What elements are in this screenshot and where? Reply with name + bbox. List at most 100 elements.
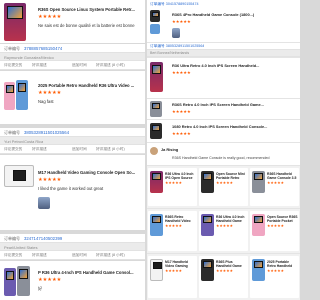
product-image [252, 259, 265, 281]
device-gray [17, 266, 30, 296]
rating-stars: ★★★★★ [38, 177, 62, 183]
device-screen [151, 12, 159, 17]
order-row: 订单编号 3247147140502399 [0, 234, 145, 243]
meta-label: 追加时间 [72, 147, 87, 151]
rating-stars: ★★★★★ [172, 19, 191, 24]
meta-value: 好评描述 (8 小时) [96, 63, 125, 67]
rating-stars: ★★★★★ [165, 268, 183, 273]
meta-value: 好评描述 (8 小时) [96, 253, 125, 257]
product-image[interactable] [150, 24, 160, 34]
device-blue [16, 80, 28, 110]
product-image[interactable] [150, 62, 163, 92]
product-image[interactable] [4, 266, 30, 298]
order-row: 订单编号 3788857685150474 [0, 44, 145, 53]
order-header: 订单编号 3805328911501025564 Yuri Petrov/Cos… [0, 128, 145, 154]
product-title[interactable]: R36 Ultra Retro 4.0 Inch IPS Screen Hand… [172, 64, 296, 69]
review-text: 好 [38, 286, 43, 291]
meta-label: 评论提交的 [4, 63, 23, 67]
product-image [201, 214, 214, 236]
product-card[interactable]: Open Source Mini Portable Retro Handheld… [199, 168, 248, 206]
avatar[interactable] [150, 147, 158, 155]
review-text: Nag fast [38, 99, 54, 104]
rating-stars: ★★★★★ [267, 180, 285, 185]
device-screen [18, 83, 26, 92]
product-card[interactable]: R36 Ultra 4.0 Inch Handheld Game Console… [199, 211, 248, 251]
product-image [150, 171, 163, 193]
review-photo-thumbnail[interactable] [172, 28, 180, 38]
product-card[interactable]: R36S Plus Handheld Game Console 4.0 Inch… [199, 256, 248, 298]
product-image [150, 214, 163, 236]
review-photo-thumbnail[interactable] [38, 197, 50, 209]
product-card[interactable]: 2025 Portable Retro Handheld R36 Ultra..… [250, 256, 299, 298]
product-image [150, 259, 163, 281]
product-title[interactable]: R36S Open Source Linux System Portable R… [38, 7, 144, 12]
order-header: 订单编号 3805328911501025564 Bert Bonnez/Net… [147, 43, 300, 57]
order-number-link[interactable]: 订单编号 3805328911501025564 [150, 44, 204, 49]
product-title[interactable]: P R36 Ultra 4-Inch IPS Handheld Game Con… [38, 270, 144, 275]
device-screen [254, 216, 263, 223]
device-screen [152, 173, 161, 180]
review-card: M17 Handheld Video Gaming Console Open S… [0, 155, 145, 230]
order-number-link[interactable]: 3247147140502399 [24, 236, 62, 241]
product-image[interactable] [4, 165, 34, 187]
order-row: 订单编号 3805328911501025564 [0, 128, 145, 137]
meta-label: 评论提交的 [4, 147, 23, 151]
product-card[interactable]: Open Source R36S Portable Pocket Video P… [250, 211, 299, 251]
device-screen [203, 216, 212, 223]
product-title[interactable]: R36S 4Pro Handheld Game Console (1800...… [172, 13, 296, 18]
review-text: Ne sais est de bonne qualité et la batte… [38, 23, 135, 28]
product-title[interactable]: 1080 Retro 4.0 Inch IPS Screen Handheld … [172, 125, 296, 130]
device-screen [203, 173, 212, 180]
product-title[interactable]: R36S Retro 4.0 Inch IPS Screen Handheld … [172, 103, 296, 108]
device-screen [254, 173, 263, 180]
buyer-name: Yuri Petrov/Costa Rica [4, 138, 44, 144]
device-screen [13, 170, 26, 181]
order-number-link[interactable]: 3805328911501025564 [24, 130, 69, 135]
rating-stars: ★★★★★ [172, 109, 191, 114]
product-card-row: R36S Retro Handheld Video Game Console L… [147, 209, 300, 253]
product-image [252, 171, 265, 193]
device-screen [152, 216, 161, 223]
product-card[interactable]: R36S Retro Handheld Video Game Console L… [148, 211, 197, 251]
product-title[interactable]: 2025 Portable Retro Handheld R36 Ultra V… [38, 83, 144, 88]
product-title[interactable]: M17 Handheld Video Gaming Console Open S… [38, 170, 144, 175]
product-image[interactable] [150, 101, 162, 117]
rating-stars: ★★★★★ [165, 223, 183, 228]
rating-stars: ★★★★★ [172, 131, 191, 136]
review-card: 2025 Portable Retro Handheld R36 Ultra V… [0, 71, 145, 124]
product-card-row: R36 Ultra 4.0 Inch IPS Open Source Handh… [147, 166, 300, 208]
rating-stars: ★★★★★ [267, 268, 285, 273]
rating-meta-row: 评论提交的 好评描述 追加时间 好评描述 (8 小时) [0, 145, 145, 154]
device-screen [254, 261, 263, 268]
right-preview-column: 订单编号 3041578890155474 R36S 4Pro Handheld… [147, 0, 300, 300]
device-screen [152, 125, 160, 131]
reviewer-row: Ja Rising R36S Handheld Game Console is … [147, 143, 300, 165]
meta-label: 评论提交的 [4, 253, 23, 257]
meta-value: 好评描述 (8 小时) [96, 147, 125, 151]
product-image[interactable] [150, 10, 160, 22]
product-card[interactable]: M17 Handheld Video Gaming Console Open S… [148, 256, 197, 298]
product-image [201, 259, 214, 281]
meta-label: 追加时间 [72, 63, 87, 67]
product-image[interactable] [150, 123, 162, 139]
meta-label: 追加时间 [72, 253, 87, 257]
device-pink [4, 82, 15, 110]
order-number-link[interactable]: 3788857685150474 [24, 46, 62, 51]
product-image[interactable] [4, 80, 28, 112]
rating-stars: ★★★★★ [267, 223, 285, 228]
device-screen [152, 65, 161, 74]
product-image[interactable] [4, 3, 26, 41]
review-card: P R36 Ultra 4-Inch IPS Handheld Game Con… [0, 261, 145, 300]
device-screen [5, 85, 14, 93]
buyer-row: Pearl/United States [0, 243, 145, 251]
buyer-name: Pearl/United States [4, 244, 38, 250]
rating-meta-row: 评论提交的 好评描述 追加时间 好评描述 (8 小时) [0, 251, 145, 260]
rating-stars: ★★★★★ [216, 180, 234, 185]
buyer-row: Bert Bonnez/Netherlands [147, 50, 300, 57]
rating-stars: ★★★★★ [38, 14, 62, 20]
product-card[interactable]: R36S Handheld Game Console 3.5 Inch IPS.… [250, 168, 299, 206]
order-number-link[interactable]: 订单编号 3041578890155474 [150, 2, 199, 7]
device-violet [4, 268, 16, 296]
product-card[interactable]: R36 Ultra 4.0 Inch IPS Open Source Handh… [148, 168, 197, 206]
device-screen [19, 269, 28, 279]
